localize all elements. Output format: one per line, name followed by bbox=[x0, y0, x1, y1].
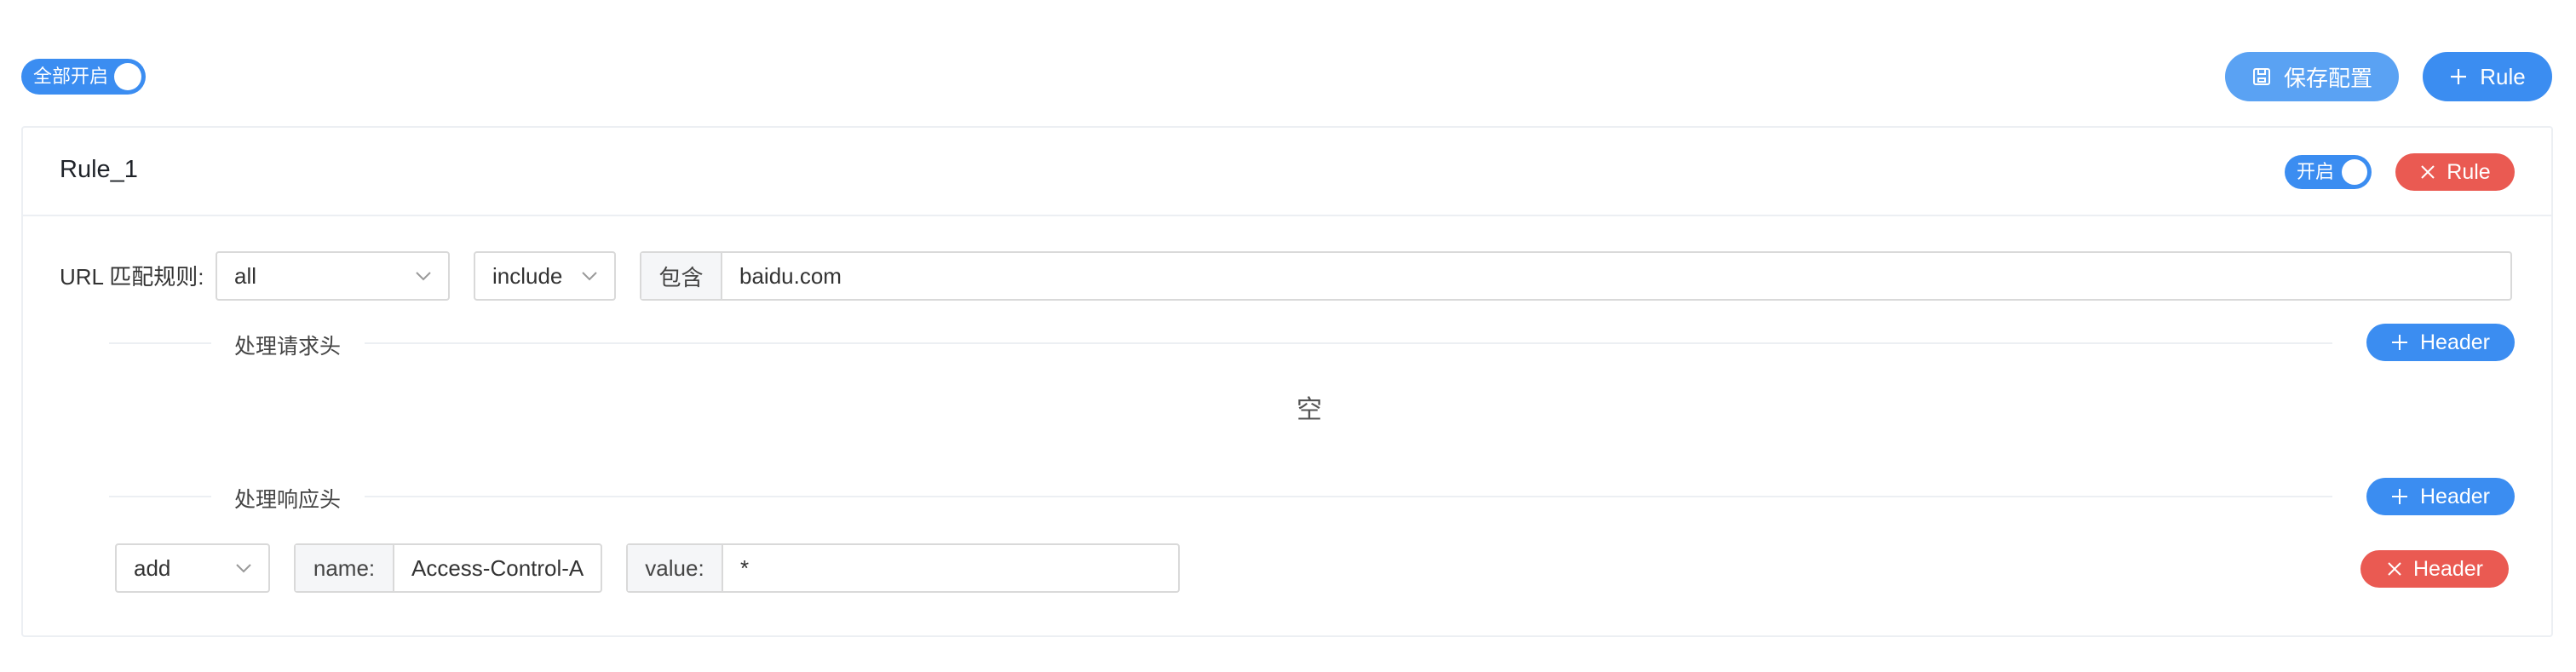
header-name-group: name: Access-Control-A bbox=[294, 543, 602, 593]
add-response-header-label: Header bbox=[2420, 484, 2490, 508]
header-name-input[interactable]: Access-Control-A bbox=[394, 545, 601, 591]
close-icon bbox=[2419, 164, 2436, 181]
save-icon bbox=[2251, 66, 2272, 87]
header-value-addon: value: bbox=[628, 545, 723, 591]
response-headers-divider-left bbox=[109, 496, 211, 497]
delete-header-button[interactable]: Header bbox=[2360, 550, 2509, 588]
header-action-value: add bbox=[134, 555, 171, 581]
header-action-select[interactable]: add bbox=[115, 543, 270, 593]
url-mode-value: include bbox=[492, 263, 563, 289]
all-rules-toggle-label: 全部开启 bbox=[33, 66, 109, 87]
header-value-group: value: * bbox=[626, 543, 1180, 593]
response-headers-title: 处理响应头 bbox=[234, 488, 342, 512]
url-match-label: URL 匹配规则: bbox=[60, 264, 204, 290]
response-headers-divider-right bbox=[365, 496, 2332, 497]
save-config-label: 保存配置 bbox=[2283, 65, 2372, 91]
url-scope-value: all bbox=[234, 263, 257, 289]
chevron-down-icon bbox=[416, 253, 431, 299]
rule-enable-toggle-label: 开启 bbox=[2297, 161, 2335, 182]
all-rules-toggle[interactable]: 全部开启 bbox=[21, 59, 146, 95]
add-request-header-button[interactable]: Header bbox=[2366, 324, 2515, 361]
toggle-knob bbox=[2342, 159, 2367, 185]
header-value-input[interactable]: * bbox=[723, 545, 1178, 591]
url-pattern-input[interactable]: baidu.com bbox=[722, 253, 2510, 299]
url-pattern-addon: 包含 bbox=[641, 253, 722, 299]
add-rule-button[interactable]: Rule bbox=[2423, 52, 2552, 101]
close-icon bbox=[2386, 560, 2403, 577]
request-headers-divider-right bbox=[365, 342, 2332, 344]
add-response-header-button[interactable]: Header bbox=[2366, 478, 2515, 515]
rule-enable-toggle[interactable]: 开启 bbox=[2285, 155, 2372, 189]
delete-rule-button[interactable]: Rule bbox=[2395, 153, 2515, 191]
rule-title: Rule_1 bbox=[60, 156, 138, 183]
save-config-button[interactable]: 保存配置 bbox=[2225, 52, 2399, 101]
delete-header-label: Header bbox=[2413, 556, 2483, 581]
plus-icon bbox=[2391, 334, 2408, 351]
card-header-divider bbox=[23, 215, 2551, 216]
request-headers-title: 处理请求头 bbox=[234, 335, 342, 359]
request-headers-divider-left bbox=[109, 342, 211, 344]
add-request-header-label: Header bbox=[2420, 330, 2490, 354]
url-scope-select[interactable]: all bbox=[216, 251, 450, 301]
toggle-knob bbox=[114, 63, 141, 90]
header-name-addon: name: bbox=[296, 545, 394, 591]
delete-rule-label: Rule bbox=[2447, 159, 2491, 184]
request-headers-empty: 空 bbox=[1297, 396, 1322, 424]
plus-icon bbox=[2449, 67, 2468, 86]
chevron-down-icon bbox=[582, 253, 597, 299]
chevron-down-icon bbox=[236, 545, 251, 591]
url-mode-select[interactable]: include bbox=[474, 251, 616, 301]
url-pattern-group: 包含 baidu.com bbox=[640, 251, 2512, 301]
plus-icon bbox=[2391, 488, 2408, 505]
add-rule-label: Rule bbox=[2480, 63, 2526, 89]
